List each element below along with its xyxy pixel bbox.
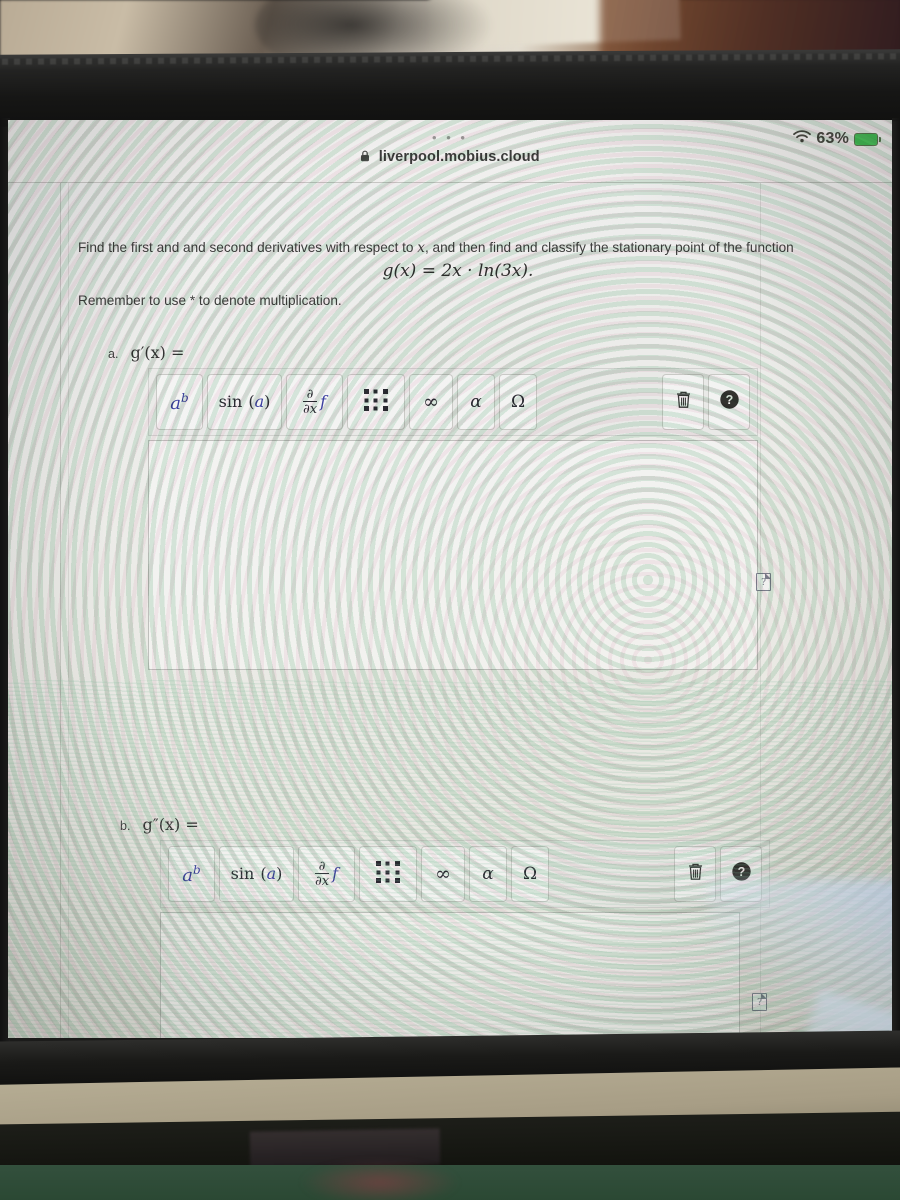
question-mark-icon: ? xyxy=(731,861,752,887)
prompt-text-before: Find the first and and second derivative… xyxy=(78,240,418,255)
omega-glyph: Ω xyxy=(510,391,526,412)
assignment-page: Find the first and and second derivative… xyxy=(8,183,892,1038)
preview-icon-glyph-b: ? xyxy=(757,998,762,1008)
equation-text: g(x) = 2x · ln(3x). xyxy=(382,261,534,281)
answer-input-b[interactable] xyxy=(160,912,740,1038)
lock-icon xyxy=(360,149,370,167)
status-bar: 63% xyxy=(793,130,881,148)
page-right-rule xyxy=(760,183,761,1038)
part-a-letter: a. xyxy=(108,347,119,361)
omega-glyph: Ω xyxy=(522,863,538,884)
matrix-grid-icon xyxy=(375,860,401,889)
derivative-button-b[interactable]: ∂ ∂x f xyxy=(298,846,355,902)
photo-of-monitor: • • • liverpool.mobius.cloud 63% Find th… xyxy=(0,0,900,1200)
matrix-button-b[interactable] xyxy=(359,846,417,902)
svg-text:?: ? xyxy=(725,393,733,407)
part-a-label: a. g′(x) = xyxy=(108,343,184,362)
question-mark-icon: ? xyxy=(719,389,740,415)
floor-reflection xyxy=(300,1160,460,1200)
preview-icon-glyph-a: ? xyxy=(761,578,766,588)
alpha-glyph: α xyxy=(482,863,494,884)
answer-input-a[interactable] xyxy=(148,440,758,670)
help-button-a[interactable]: ? xyxy=(708,374,750,430)
clear-button-b[interactable] xyxy=(674,846,716,902)
exponent-button-a[interactable]: ab xyxy=(156,374,203,430)
part-b-expression: g″(x) = xyxy=(142,815,199,834)
tab-overflow-dots[interactable]: • • • xyxy=(8,131,892,144)
infinity-button-b[interactable]: ∞ xyxy=(421,846,465,902)
address-bar[interactable]: liverpool.mobius.cloud xyxy=(8,148,892,167)
derivative-button-a[interactable]: ∂ ∂x f xyxy=(286,374,343,430)
page-left-rule-2 xyxy=(68,183,69,1038)
prompt-variable: x xyxy=(417,240,425,256)
greek-alpha-button-b[interactable]: α xyxy=(469,846,507,902)
alpha-glyph: α xyxy=(470,391,482,412)
screen: • • • liverpool.mobius.cloud 63% Find th… xyxy=(8,120,892,1038)
matrix-button-a[interactable] xyxy=(347,374,405,430)
greek-omega-button-b[interactable]: Ω xyxy=(511,846,549,902)
greek-omega-button-a[interactable]: Ω xyxy=(499,374,537,430)
infinity-glyph: ∞ xyxy=(435,862,451,885)
greek-alpha-button-a[interactable]: α xyxy=(457,374,495,430)
trash-icon xyxy=(687,862,704,886)
question-note: Remember to use * to denote multiplicati… xyxy=(78,293,342,308)
infinity-button-a[interactable]: ∞ xyxy=(409,374,453,430)
monitor-bezel-right xyxy=(892,118,900,1048)
function-button-a[interactable]: sin (a) xyxy=(207,374,282,430)
function-button-b[interactable]: sin (a) xyxy=(219,846,294,902)
math-toolbar-a: ab sin (a) ∂ ∂x f ∞ α Ω ? xyxy=(148,368,758,436)
part-b-letter: b. xyxy=(120,819,131,833)
question-equation: g(x) = 2x · ln(3x). xyxy=(78,261,838,281)
matrix-grid-icon xyxy=(363,388,389,417)
help-button-b[interactable]: ? xyxy=(720,846,762,902)
infinity-glyph: ∞ xyxy=(423,390,439,413)
part-b-label: b. g″(x) = xyxy=(120,815,199,834)
page-left-rule xyxy=(60,183,61,1038)
trash-icon xyxy=(675,390,692,414)
preview-icon-a[interactable]: ? xyxy=(756,572,772,591)
address-bar-url: liverpool.mobius.cloud xyxy=(378,149,540,165)
svg-text:?: ? xyxy=(737,865,745,879)
browser-toolbar: • • • liverpool.mobius.cloud 63% xyxy=(8,120,892,183)
question-prompt: Find the first and and second derivative… xyxy=(78,238,838,258)
wifi-icon xyxy=(793,130,812,148)
clear-button-a[interactable] xyxy=(662,374,704,430)
part-a-expression: g′(x) = xyxy=(130,343,185,362)
exponent-button-b[interactable]: ab xyxy=(168,846,215,902)
battery-icon xyxy=(854,132,881,146)
battery-percent-label: 63% xyxy=(816,130,849,147)
math-toolbar-b: ab sin (a) ∂ ∂x f ∞ α Ω ? xyxy=(160,840,770,908)
prompt-text-after: , and then find and classify the station… xyxy=(424,240,794,255)
preview-icon-b[interactable]: ? xyxy=(752,992,768,1011)
